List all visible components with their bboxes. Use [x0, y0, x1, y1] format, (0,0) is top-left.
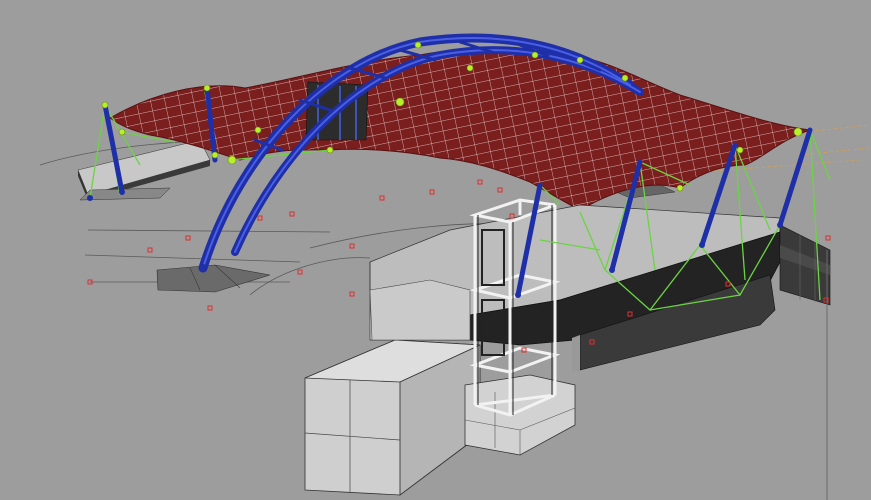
right-steps: [779, 224, 831, 500]
scene-canvas[interactable]: [0, 0, 871, 500]
3d-viewport[interactable]: [0, 0, 871, 500]
tensile-membrane: [109, 48, 811, 211]
